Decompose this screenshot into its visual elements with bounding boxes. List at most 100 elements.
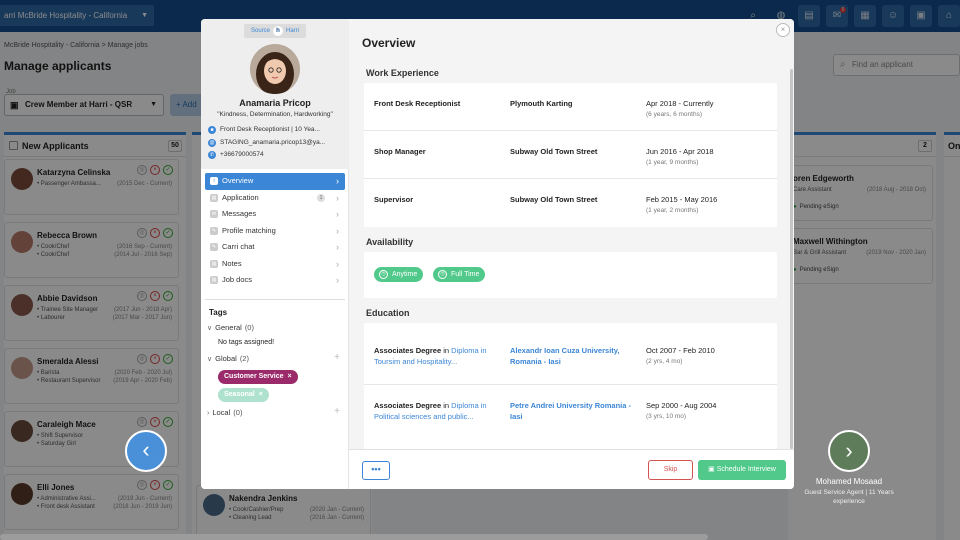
- overview-panel: × Overview Work Experience Front Desk Re…: [349, 19, 794, 489]
- profile-nav: i Overview › ▤ Application 1 › ✉ Message…: [205, 173, 345, 289]
- duration: (6 years, 6 months): [646, 111, 702, 118]
- tag-group-count: (0): [233, 408, 243, 417]
- date-range: Jun 2016 - Apr 2018: [646, 147, 714, 156]
- applicant-phone[interactable]: ✆ +36679000574: [208, 150, 344, 160]
- nav-item-label: Overview: [222, 176, 254, 185]
- availability-chip-anytime: ◷ Anytime: [374, 267, 424, 282]
- vertical-scrollbar[interactable]: [790, 69, 793, 449]
- work-experience-row: Shop Manager Subway Old Town Street Jun …: [364, 131, 777, 179]
- work-experience-list: Front Desk Receptionist Plymouth Karting…: [364, 83, 777, 227]
- add-global-tag-icon[interactable]: +: [334, 352, 340, 363]
- tags-title: Tags: [209, 308, 228, 317]
- schedule-interview-button[interactable]: ▣ Schedule Interview: [698, 460, 786, 480]
- applicant-email-text: STAGING_anamaria.pricop13@ya...: [220, 139, 326, 146]
- briefcase-icon: ■: [208, 126, 216, 134]
- close-icon[interactable]: ×: [776, 23, 790, 37]
- degree: Associates Degree in Diploma in Politica…: [374, 400, 504, 422]
- availability-label: Full Time: [451, 271, 480, 278]
- phone-icon: ✆: [208, 151, 216, 159]
- date-range: Feb 2015 - May 2016: [646, 195, 718, 204]
- source-badge: Source h Harri: [244, 24, 306, 38]
- tag-chip-label: Seasonal: [224, 391, 255, 398]
- nav-item-label: Notes: [222, 258, 242, 268]
- date-range: Oct 2007 - Feb 2010: [646, 346, 715, 355]
- tag-group-general[interactable]: ∨ General (0): [207, 323, 254, 332]
- chevron-right-icon: ›: [336, 192, 339, 203]
- tag-group-global[interactable]: ∨ Global (2): [207, 354, 249, 363]
- next-applicant-name: Mohamed Mosaad: [815, 477, 883, 486]
- schedule-interview-label: Schedule Interview: [716, 466, 776, 473]
- chevron-right-icon: ›: [207, 410, 210, 417]
- remove-tag-icon[interactable]: ×: [259, 391, 263, 398]
- nav-item-carri-chat[interactable]: ✎ Carri chat ›: [205, 239, 345, 256]
- company: Subway Old Town Street: [510, 147, 598, 156]
- tag-group-count: (2): [239, 354, 249, 363]
- date-range: Sep 2000 - Aug 2004: [646, 401, 717, 410]
- more-actions-button[interactable]: •••: [362, 461, 390, 480]
- nav-item-application[interactable]: ▤ Application 1 ›: [205, 190, 345, 207]
- no-tags-message: No tags assigned!: [218, 339, 275, 346]
- nav-item-label: Carri chat: [222, 242, 255, 251]
- chevron-down-icon: ∨: [207, 325, 213, 332]
- availability-chip-full-time: ◷ Full Time: [433, 267, 486, 282]
- nav-item-notes[interactable]: ▤ Notes ›: [205, 256, 345, 273]
- degree-connector: in: [443, 401, 450, 410]
- nav-item-overview[interactable]: i Overview ›: [205, 173, 345, 190]
- add-local-tag-icon[interactable]: +: [334, 406, 340, 417]
- school[interactable]: Alexandr Ioan Cuza University, Romania -…: [510, 345, 640, 367]
- calendar-icon: ▣: [708, 466, 717, 473]
- source-label: Source: [250, 28, 270, 34]
- tag-chip-seasonal: Seasonal ×: [218, 388, 269, 402]
- nav-item-label: Application: [222, 192, 259, 202]
- school[interactable]: Petre Andrei University Romania - Iasi: [510, 400, 640, 422]
- notes-icon: ▤: [210, 259, 218, 268]
- education-dates: Oct 2007 - Feb 2010 (2 yrs, 4 mo): [646, 345, 774, 367]
- source-name: Harri: [286, 28, 299, 34]
- applicant-photo: [250, 44, 300, 94]
- divider: [205, 299, 345, 300]
- nav-item-badge: 1: [317, 193, 325, 202]
- nav-item-label: Messages: [222, 209, 257, 218]
- next-applicant-avatar[interactable]: ›: [828, 430, 870, 472]
- degree: Associates Degree in Diploma in Toursim …: [374, 345, 504, 367]
- job-dates: Feb 2015 - May 2016 (1 year, 2 months): [646, 194, 774, 216]
- next-applicant-subtitle: Guest Service Agent | 11 Years experienc…: [804, 489, 894, 505]
- email-icon: @: [208, 139, 216, 147]
- chevron-right-icon: ›: [336, 176, 339, 186]
- docs-icon: ▤: [210, 276, 218, 284]
- horizontal-scrollbar[interactable]: [0, 534, 708, 540]
- applicant-job-info: ■ Front Desk Receptionist | 10 Yea...: [208, 125, 344, 135]
- tag-group-local[interactable]: › Local (0): [207, 408, 242, 417]
- nav-item-job-docs[interactable]: ▤ Job docs ›: [205, 272, 345, 289]
- next-applicant-preview[interactable]: › Mohamed Mosaad Guest Service Agent | 1…: [800, 430, 898, 506]
- chevron-right-icon: ›: [336, 209, 339, 219]
- match-icon: ✎: [210, 226, 218, 235]
- chevron-right-icon: ›: [336, 242, 339, 252]
- nav-item-profile-matching[interactable]: ✎ Profile matching ›: [205, 223, 345, 240]
- applicant-profile-modal: Source h Harri Anamaria Pricop "Kindness…: [201, 19, 794, 489]
- nav-item-label: Profile matching: [222, 225, 276, 235]
- job-title: Shop Manager: [374, 147, 426, 156]
- clock-icon: ◷: [438, 270, 447, 279]
- applicant-name: Anamaria Pricop: [239, 98, 311, 108]
- skip-button[interactable]: Skip: [648, 460, 693, 480]
- info-icon: i: [210, 177, 218, 185]
- degree-name: Associates Degree: [374, 346, 442, 355]
- nav-item-messages[interactable]: ✉ Messages ›: [205, 206, 345, 223]
- availability-panel: ◷ Anytime ◷ Full Time: [364, 252, 777, 298]
- message-icon: ✉: [210, 210, 218, 218]
- applicant-tagline: "Kindness, Determination, Hardworking": [217, 111, 333, 118]
- company: Plymouth Karting: [510, 99, 573, 108]
- profile-sidebar: Source h Harri Anamaria Pricop "Kindness…: [201, 19, 349, 489]
- tag-chip-label: Customer Service: [224, 373, 284, 380]
- duration: (2 yrs, 4 mo): [646, 358, 683, 365]
- clock-icon: ◷: [379, 270, 388, 279]
- applicant-job-text: Front Desk Receptionist | 10 Yea...: [220, 126, 320, 133]
- chevron-right-icon: ›: [336, 225, 339, 236]
- applicant-phone-text: +36679000574: [220, 151, 264, 158]
- duration: (3 yrs, 10 mo): [646, 413, 687, 420]
- applicant-email[interactable]: @ STAGING_anamaria.pricop13@ya...: [208, 138, 344, 148]
- previous-applicant-button[interactable]: ‹: [125, 430, 167, 472]
- availability-title: Availability: [366, 237, 414, 247]
- remove-tag-icon[interactable]: ×: [288, 373, 292, 380]
